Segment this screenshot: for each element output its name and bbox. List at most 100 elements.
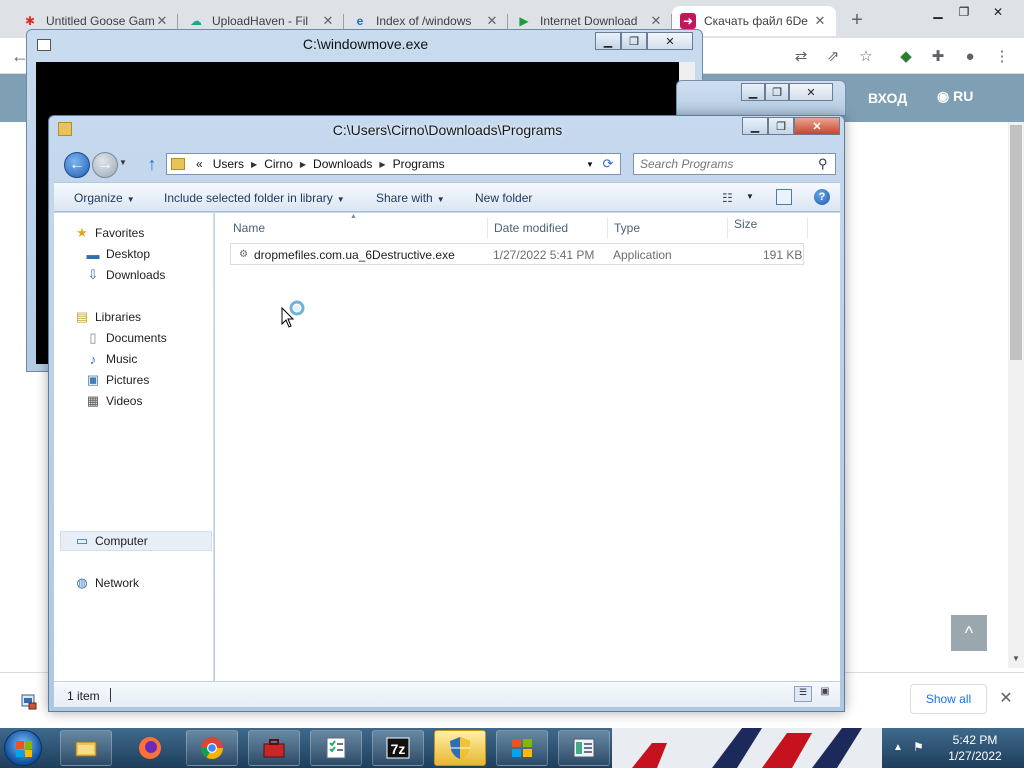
- column-divider[interactable]: [807, 217, 808, 239]
- nav-favorites[interactable]: ★ Favorites: [74, 223, 144, 243]
- taskbar-explorer-button[interactable]: [60, 730, 112, 766]
- bg-close-button[interactable]: ✕: [789, 83, 833, 101]
- background-window-titlebar[interactable]: ▁ ❐ ✕: [676, 80, 846, 116]
- forward-button[interactable]: →: [92, 152, 118, 178]
- console-maximize-button[interactable]: ❐: [621, 32, 647, 50]
- nav-network[interactable]: ◍ Network: [74, 573, 139, 593]
- taskbar-windows-button[interactable]: [496, 730, 548, 766]
- kebab-menu-icon[interactable]: ⋮: [992, 46, 1012, 66]
- tab-close-icon[interactable]: ✕: [812, 13, 828, 29]
- column-divider[interactable]: [487, 217, 488, 239]
- explorer-maximize-button[interactable]: ❐: [768, 117, 794, 135]
- column-header-size[interactable]: Size: [734, 217, 757, 231]
- column-header-name[interactable]: Name: [233, 221, 265, 235]
- share-icon[interactable]: ⇗: [823, 46, 843, 66]
- share-with-button[interactable]: Share with ▼: [376, 191, 445, 205]
- bg-minimize-button[interactable]: ▁: [741, 83, 765, 101]
- clock-time[interactable]: 5:42 PM: [930, 733, 1020, 747]
- address-history-dropdown-icon[interactable]: ▼: [582, 160, 598, 169]
- file-row[interactable]: ⚙ dropmefiles.com.ua_6Destructive.exe 1/…: [230, 243, 804, 265]
- explorer-window[interactable]: C:\Users\Cirno\Downloads\Programs ▁ ❐ ✕ …: [48, 115, 845, 712]
- up-arrow-icon[interactable]: ↑: [143, 154, 161, 176]
- new-tab-button[interactable]: +: [845, 9, 869, 33]
- taskbar-uac-shield-button[interactable]: [434, 730, 486, 766]
- taskbar-firefox-button[interactable]: [124, 730, 176, 766]
- breadcrumb-separator-icon[interactable]: ▶: [379, 160, 385, 169]
- breadcrumb-programs[interactable]: Programs: [393, 157, 445, 171]
- column-divider[interactable]: [607, 217, 608, 239]
- browser-minimize-button[interactable]: ▁: [924, 2, 952, 22]
- breadcrumb-users[interactable]: Users: [213, 157, 244, 171]
- large-icons-view-icon[interactable]: ▣: [816, 686, 834, 702]
- column-header-type[interactable]: Type: [614, 221, 640, 235]
- file-name[interactable]: dropmefiles.com.ua_6Destructive.exe: [254, 248, 455, 262]
- bookmark-star-icon[interactable]: ☆: [856, 46, 876, 66]
- scroll-down-arrow-icon[interactable]: ▼: [1010, 654, 1022, 666]
- search-icon[interactable]: ⚲: [818, 156, 832, 171]
- help-icon[interactable]: ?: [814, 189, 830, 205]
- column-header-date-modified[interactable]: Date modified: [494, 221, 568, 235]
- tab-close-icon[interactable]: ✕: [154, 13, 170, 29]
- nav-music[interactable]: ♪ Music: [85, 349, 138, 369]
- show-hidden-icons-icon[interactable]: ▲: [893, 742, 903, 753]
- explorer-close-button[interactable]: ✕: [794, 117, 840, 135]
- browser-restore-button[interactable]: ❐: [950, 2, 978, 22]
- scroll-to-top-button[interactable]: ^: [951, 615, 987, 651]
- breadcrumb-separator-icon[interactable]: ▶: [300, 160, 306, 169]
- nav-computer[interactable]: ▭ Computer: [74, 531, 148, 551]
- network-icon: ◍: [76, 575, 88, 590]
- puzzle-icon[interactable]: ✚: [928, 46, 948, 66]
- close-download-shelf-icon[interactable]: ✕: [996, 688, 1016, 708]
- breadcrumb-overflow[interactable]: «: [196, 157, 203, 171]
- organize-menu-button[interactable]: Organize ▼: [74, 191, 135, 205]
- start-button[interactable]: [4, 730, 42, 766]
- language-switch[interactable]: ◉ RU: [937, 88, 973, 105]
- new-folder-button[interactable]: New folder: [475, 191, 532, 205]
- console-minimize-button[interactable]: ▁: [595, 32, 621, 50]
- breadcrumb-cirno[interactable]: Cirno: [264, 157, 293, 171]
- download-file-icon[interactable]: [20, 692, 38, 710]
- taskbar-chrome-button[interactable]: [186, 730, 238, 766]
- browser-close-button[interactable]: ✕: [984, 2, 1012, 22]
- login-link[interactable]: ВХОД: [868, 90, 907, 106]
- action-center-flag-icon[interactable]: ⚑: [913, 740, 924, 754]
- back-button[interactable]: ←: [64, 152, 90, 178]
- console-close-button[interactable]: ✕: [647, 32, 693, 50]
- taskbar-7zip-button[interactable]: 7z: [372, 730, 424, 766]
- chevron-down-icon[interactable]: ▼: [746, 192, 754, 201]
- nav-documents[interactable]: ▯ Documents: [85, 328, 166, 348]
- nav-pictures[interactable]: ▣ Pictures: [85, 370, 150, 390]
- nav-videos[interactable]: ▦ Videos: [85, 391, 143, 411]
- include-in-library-button[interactable]: Include selected folder in library ▼: [164, 191, 345, 205]
- page-scroll-thumb[interactable]: [1010, 125, 1022, 360]
- breadcrumb-separator-icon[interactable]: ▶: [251, 160, 257, 169]
- tab-close-icon[interactable]: ✕: [648, 13, 664, 29]
- clock-date[interactable]: 1/27/2022: [930, 749, 1020, 763]
- change-view-icon[interactable]: ☷: [722, 191, 738, 205]
- explorer-minimize-button[interactable]: ▁: [742, 117, 768, 135]
- breadcrumb-downloads[interactable]: Downloads: [313, 157, 372, 171]
- translate-icon[interactable]: ⇄: [791, 46, 811, 66]
- nav-downloads[interactable]: ⇩ Downloads: [85, 265, 166, 285]
- extension-icon[interactable]: ◆: [896, 46, 916, 66]
- tab-close-icon[interactable]: ✕: [320, 13, 336, 29]
- bg-maximize-button[interactable]: ❐: [765, 83, 789, 101]
- search-input[interactable]: [634, 157, 804, 171]
- column-divider[interactable]: [727, 217, 728, 239]
- nav-desktop[interactable]: ▬ Desktop: [85, 244, 151, 264]
- recent-pages-dropdown-icon[interactable]: ▼: [119, 158, 129, 172]
- nav-libraries[interactable]: ▤ Libraries: [74, 307, 141, 327]
- preview-pane-icon[interactable]: [776, 189, 792, 205]
- search-box[interactable]: [633, 153, 836, 175]
- file-list[interactable]: ▲ Name Date modified Type Size ⚙ dropmef…: [215, 213, 840, 681]
- refresh-icon[interactable]: ⟳: [597, 154, 619, 174]
- taskbar-tasklist-button[interactable]: [310, 730, 362, 766]
- show-all-downloads-button[interactable]: Show all: [910, 684, 987, 714]
- tab-close-icon[interactable]: ✕: [484, 13, 500, 29]
- uploadhaven-icon: ☁: [190, 14, 202, 28]
- address-bar[interactable]: « Users ▶ Cirno ▶ Downloads ▶ Programs ▼: [166, 153, 621, 175]
- taskbar-toolbox-button[interactable]: [248, 730, 300, 766]
- details-view-icon[interactable]: ☰: [794, 686, 812, 702]
- profile-avatar-icon[interactable]: ●: [960, 46, 980, 66]
- taskbar-control-panel-button[interactable]: [558, 730, 610, 766]
